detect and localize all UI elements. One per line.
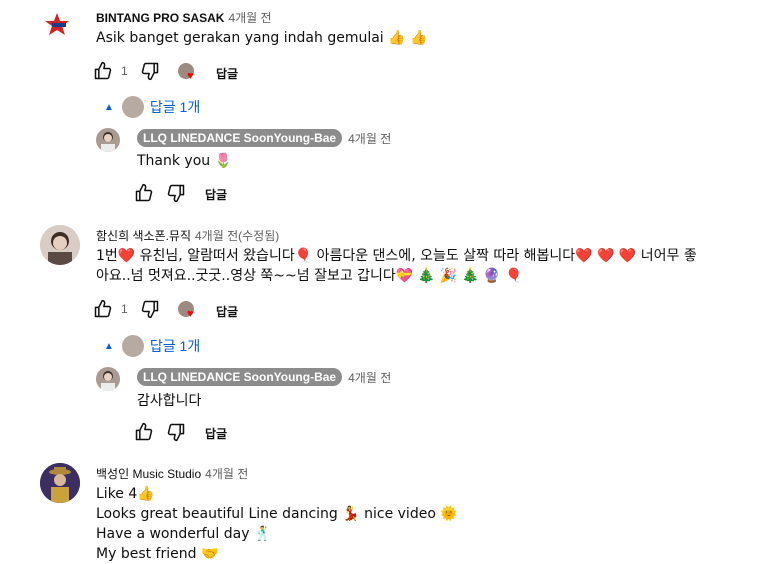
avatar — [121, 96, 144, 118]
thumb-down-icon — [141, 62, 159, 81]
comment-text-line: My best friend 🤝 — [96, 546, 219, 562]
comment-text-line: 아요..넘 멋져요..굿굿..영상 쭉~~넘 잘보고 갑니다💝 🎄 🎉 🎄 🔮 … — [96, 268, 523, 284]
thumb-down-icon — [167, 184, 185, 203]
reply-button[interactable]: 답글 — [205, 186, 227, 203]
comment-author[interactable]: 함신희 색소폰.뮤직 — [96, 227, 191, 244]
avatar[interactable] — [42, 10, 72, 40]
comment-text-line: Have a wonderful day 🕺 — [96, 526, 272, 542]
reply-button[interactable]: 답글 — [205, 425, 227, 442]
avatar[interactable] — [96, 128, 120, 152]
replies-count: 답글 1개 — [149, 338, 201, 354]
like-count: 1 — [121, 64, 128, 78]
like-button[interactable] — [133, 182, 155, 204]
reply-text: Thank you 🌷 — [137, 153, 233, 169]
heart-icon: ♥ — [187, 70, 194, 82]
thumb-up-icon — [135, 183, 153, 202]
reply-button[interactable]: 답글 — [216, 65, 238, 82]
reply-text: 감사합니다 — [137, 392, 202, 408]
chevron-up-icon: ▲ — [104, 101, 114, 113]
comment-text-line: 1번❤️ 유친님, 알람떠서 왔습니다🎈 아름다운 댄스에, 오늘도 살짝 따라… — [96, 248, 697, 264]
avatar[interactable] — [96, 367, 120, 391]
avatar[interactable] — [40, 463, 80, 503]
thumb-up-icon — [135, 422, 153, 441]
comment-time[interactable]: 4개월 전 — [205, 465, 248, 482]
comment-text: Asik banget gerakan yang indah gemulai 👍… — [96, 30, 428, 46]
like-count: 1 — [121, 302, 128, 316]
comment-time[interactable]: 4개월 전 — [348, 369, 391, 386]
avatar[interactable] — [40, 225, 80, 265]
creator-badge-author[interactable]: LLQ LINEDANCE SoonYoung-Bae — [137, 129, 343, 147]
thumb-down-icon — [167, 423, 185, 442]
comment-text-line: Like 4👍 — [96, 486, 155, 502]
dislike-button[interactable] — [165, 182, 187, 204]
comment-author[interactable]: BINTANG PRO SASAK — [96, 11, 224, 25]
thumb-down-icon — [141, 300, 159, 319]
thumb-up-icon — [94, 299, 112, 318]
like-button[interactable] — [92, 60, 114, 82]
like-button[interactable] — [133, 421, 155, 443]
replies-toggle[interactable]: ▲ 답글 1개 — [104, 96, 200, 118]
dislike-button[interactable] — [165, 421, 187, 443]
comment-time[interactable]: 4개월 전 — [348, 130, 391, 147]
comment-time[interactable]: 4개월 전 — [228, 9, 271, 26]
comment-text-line: Looks great beautiful Line dancing 💃 nic… — [96, 506, 458, 522]
thumb-up-icon — [94, 61, 112, 80]
dislike-button[interactable] — [139, 298, 161, 320]
heart-icon: ♥ — [187, 308, 194, 320]
reply-button[interactable]: 답글 — [216, 303, 238, 320]
creator-badge-author[interactable]: LLQ LINEDANCE SoonYoung-Bae — [137, 368, 343, 386]
dislike-button[interactable] — [139, 60, 161, 82]
replies-count: 답글 1개 — [149, 99, 201, 115]
chevron-up-icon: ▲ — [104, 340, 114, 352]
replies-toggle[interactable]: ▲ 답글 1개 — [104, 335, 200, 357]
avatar — [121, 335, 144, 357]
comment-time[interactable]: 4개월 전(수정됨) — [195, 227, 279, 244]
comment-author[interactable]: 백성인 Music Studio — [96, 465, 201, 482]
like-button[interactable] — [92, 298, 114, 320]
